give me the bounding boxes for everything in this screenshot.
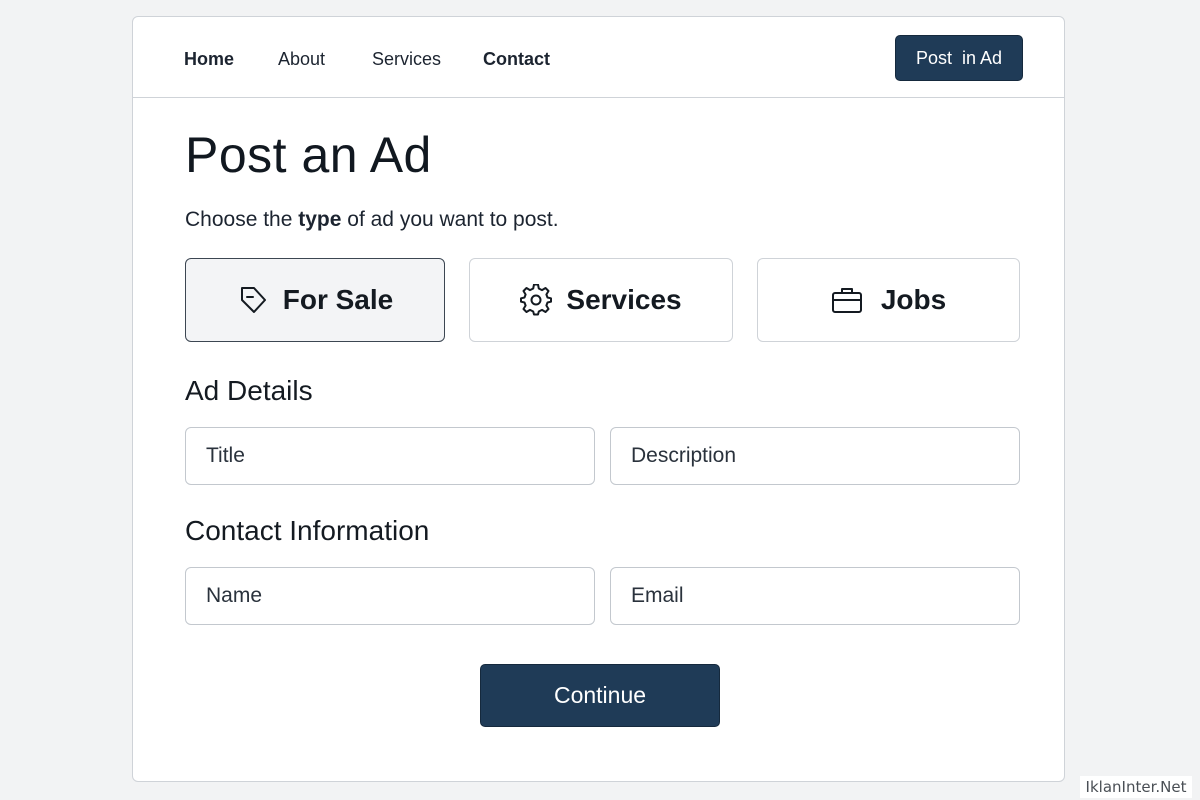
description-field[interactable]: [610, 427, 1020, 485]
ad-type-label: Jobs: [880, 284, 947, 315]
nav-link-contact[interactable]: Contact: [483, 48, 550, 70]
top-navigation: Home About Services Contact Post in Ad: [133, 17, 1064, 98]
nav-link-about[interactable]: About: [278, 48, 325, 70]
watermark-text: IklanInter.Net: [1080, 776, 1192, 798]
page-subtitle: Choose the type of ad you want to post.: [185, 207, 559, 233]
briefcase-icon: [831, 284, 863, 316]
gear-icon: [520, 283, 553, 316]
continue-button[interactable]: Continue: [480, 664, 720, 727]
post-ad-card: Home About Services Contact Post in Ad P…: [132, 16, 1065, 782]
nav-link-home[interactable]: Home: [184, 48, 234, 70]
page-title: Post an Ad: [185, 127, 432, 183]
ad-type-services[interactable]: Services: [469, 258, 733, 342]
email-field[interactable]: [610, 567, 1020, 625]
subtitle-text-end: of ad you want to post.: [341, 208, 559, 231]
ad-details-heading: Ad Details: [185, 375, 313, 406]
ad-type-jobs[interactable]: Jobs: [757, 258, 1020, 342]
title-field[interactable]: [185, 427, 595, 485]
ad-type-label: Services: [566, 284, 682, 315]
contact-info-heading: Contact Information: [185, 515, 430, 546]
ad-type-label: For Sale: [282, 284, 394, 315]
subtitle-text-start: Choose the: [185, 208, 299, 231]
subtitle-emphasis: type: [298, 208, 342, 231]
name-field[interactable]: [185, 567, 595, 625]
nav-link-services[interactable]: Services: [372, 48, 441, 70]
post-ad-nav-button[interactable]: Post in Ad: [895, 35, 1023, 81]
ad-type-for-sale[interactable]: For Sale: [185, 258, 445, 342]
tag-icon: [237, 284, 269, 316]
